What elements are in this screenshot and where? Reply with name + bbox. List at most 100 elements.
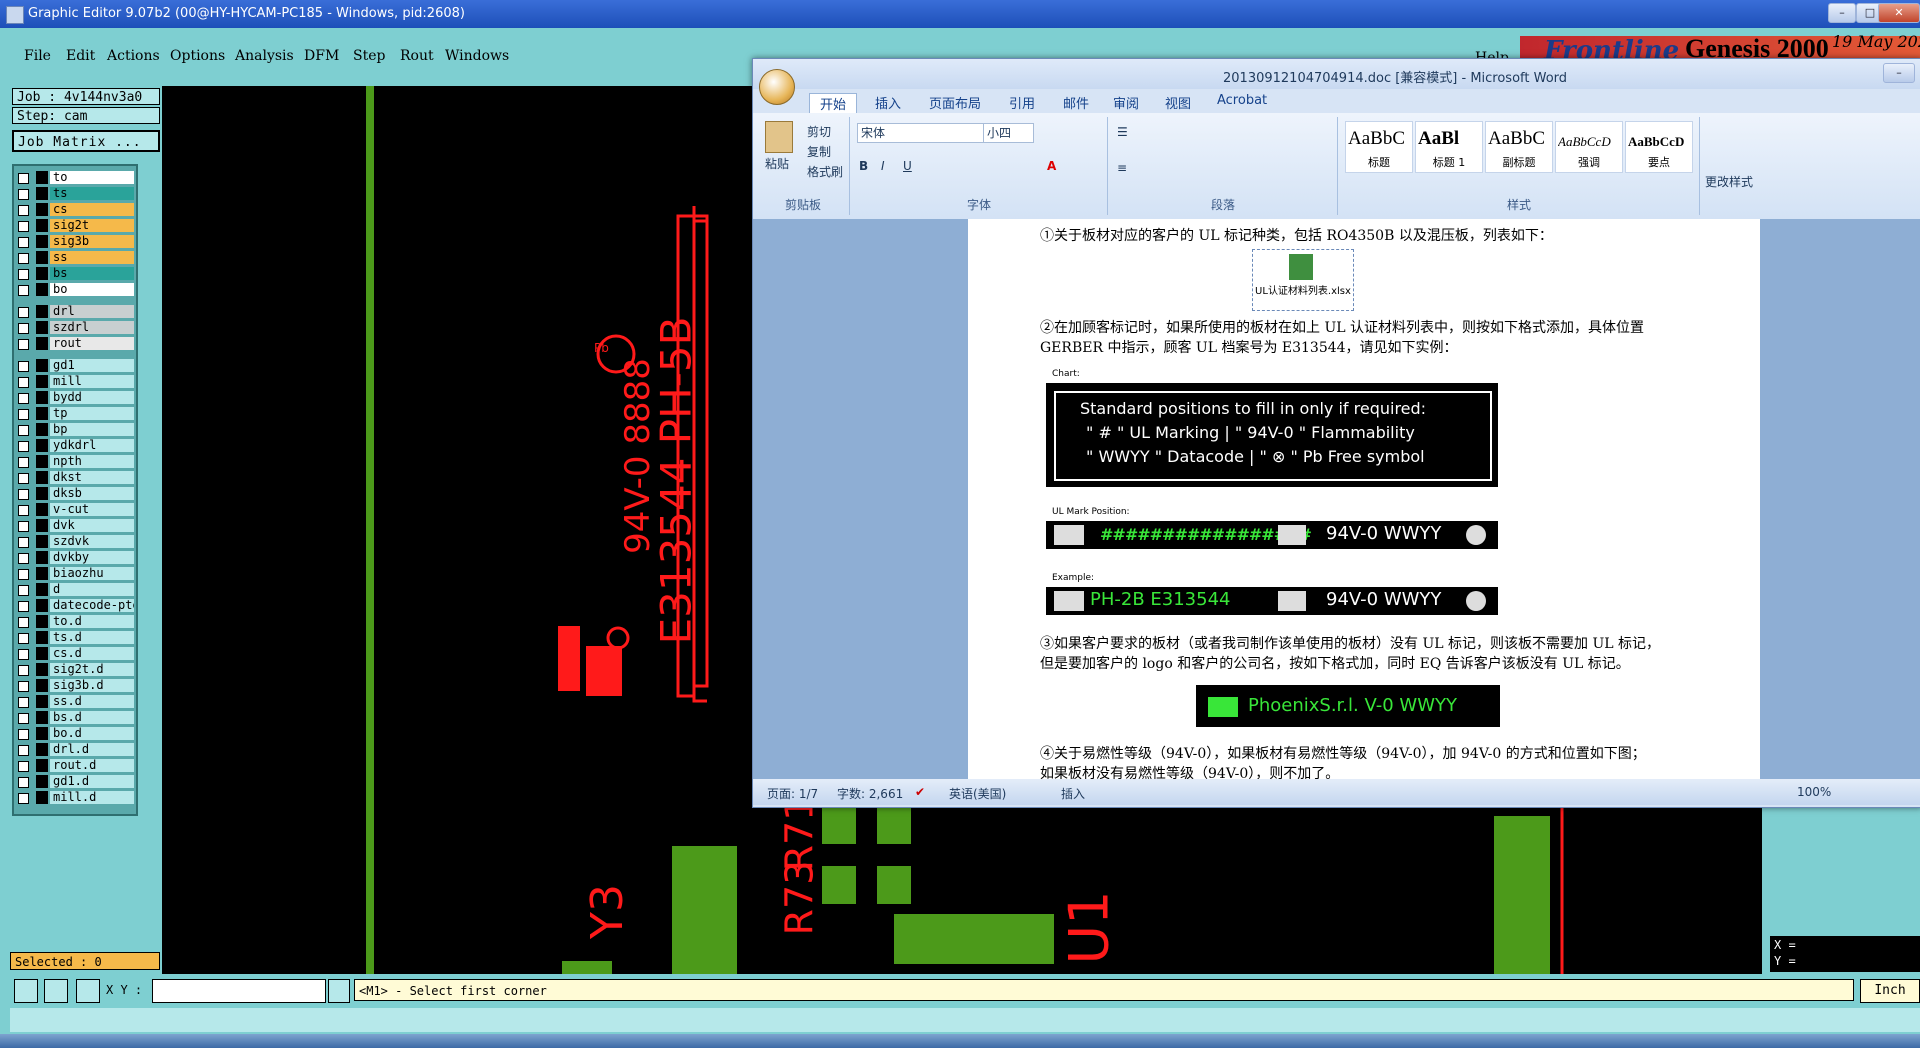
format-painter-button[interactable]: 格式刷 <box>807 163 843 180</box>
tab-insert[interactable]: 插入 <box>875 93 901 112</box>
layer-row[interactable]: szdrl <box>14 320 136 335</box>
layer-row[interactable]: ts.d <box>14 630 136 645</box>
layer-checkbox[interactable] <box>18 393 29 404</box>
layer-checkbox[interactable] <box>18 173 29 184</box>
menu-step[interactable]: Step <box>353 48 385 64</box>
language-indicator[interactable]: 英语(美国) <box>949 785 1006 802</box>
tab-page-layout[interactable]: 页面布局 <box>929 93 981 112</box>
layer-row[interactable]: to.d <box>14 614 136 629</box>
layer-row[interactable]: szdvk <box>14 534 136 549</box>
layer-row[interactable]: ss <box>14 250 136 265</box>
layer-checkbox[interactable] <box>18 285 29 296</box>
layer-checkbox[interactable] <box>18 681 29 692</box>
layer-checkbox[interactable] <box>18 409 29 420</box>
layer-checkbox[interactable] <box>18 505 29 516</box>
tab-review[interactable]: 审阅 <box>1113 93 1139 112</box>
layer-row[interactable]: cs.d <box>14 646 136 661</box>
proofing-icon[interactable]: ✔ <box>915 785 925 799</box>
text-cursor-icon[interactable] <box>328 979 350 1003</box>
menu-actions[interactable]: Actions <box>107 48 160 64</box>
layer-checkbox[interactable] <box>18 237 29 248</box>
embedded-excel-object[interactable]: UL认证材料列表.xlsx <box>1252 249 1354 311</box>
layer-row[interactable]: dksb <box>14 486 136 501</box>
layer-checkbox[interactable] <box>18 713 29 724</box>
layer-checkbox[interactable] <box>18 253 29 264</box>
style-heading-1[interactable]: AaBl 标题 1 <box>1415 121 1483 173</box>
layer-row[interactable]: cs <box>14 202 136 217</box>
layer-row[interactable]: gd1.d <box>14 774 136 789</box>
layer-checkbox[interactable] <box>18 537 29 548</box>
layer-row[interactable]: datecode-pte <box>14 598 136 613</box>
insert-mode[interactable]: 插入 <box>1061 785 1085 802</box>
layer-row[interactable]: dkst <box>14 470 136 485</box>
font-size-select[interactable]: 小四 <box>983 123 1034 143</box>
page-indicator[interactable]: 页面: 1/7 <box>767 785 818 802</box>
menu-analysis[interactable]: Analysis <box>235 48 294 64</box>
layer-checkbox[interactable] <box>18 665 29 676</box>
layer-checkbox[interactable] <box>18 617 29 628</box>
paste-button[interactable]: 粘贴 <box>765 155 789 172</box>
grid-tool-icon[interactable] <box>76 979 100 1003</box>
layer-row[interactable]: npth <box>14 454 136 469</box>
layer-row[interactable]: bs <box>14 266 136 281</box>
tab-references[interactable]: 引用 <box>1009 93 1035 112</box>
measure-tool-icon[interactable] <box>44 979 68 1003</box>
layer-checkbox[interactable] <box>18 269 29 280</box>
underline-button[interactable]: U <box>903 159 912 173</box>
zoom-tool-icon[interactable] <box>14 979 38 1003</box>
layer-row[interactable]: mill <box>14 374 136 389</box>
layer-row[interactable]: sig3b <box>14 234 136 249</box>
layer-row[interactable]: drl <box>14 304 136 319</box>
layer-checkbox[interactable] <box>18 221 29 232</box>
layer-row[interactable]: gd1 <box>14 358 136 373</box>
layer-checkbox[interactable] <box>18 189 29 200</box>
layer-row[interactable]: biaozhu <box>14 566 136 581</box>
layer-row[interactable]: sig2t <box>14 218 136 233</box>
layer-checkbox[interactable] <box>18 745 29 756</box>
word-count[interactable]: 字数: 2,661 <box>837 785 903 802</box>
menu-dfm[interactable]: DFM <box>304 48 339 64</box>
tab-home[interactable]: 开始 <box>809 93 858 113</box>
word-minimize-button[interactable]: – <box>1883 63 1915 83</box>
layer-checkbox[interactable] <box>18 697 29 708</box>
layer-checkbox[interactable] <box>18 361 29 372</box>
italic-button[interactable]: I <box>881 159 885 173</box>
layer-checkbox[interactable] <box>18 569 29 580</box>
layer-checkbox[interactable] <box>18 307 29 318</box>
layer-checkbox[interactable] <box>18 473 29 484</box>
cut-button[interactable]: 剪切 <box>807 123 831 140</box>
layer-checkbox[interactable] <box>18 601 29 612</box>
style-emphasis[interactable]: AaBbCcD 强调 <box>1555 121 1623 173</box>
layer-checkbox[interactable] <box>18 521 29 532</box>
tab-mailings[interactable]: 邮件 <box>1063 93 1089 112</box>
tab-acrobat[interactable]: Acrobat <box>1217 93 1267 108</box>
zoom-level[interactable]: 100% <box>1797 785 1831 799</box>
layer-checkbox[interactable] <box>18 761 29 772</box>
layer-checkbox[interactable] <box>18 585 29 596</box>
tab-view[interactable]: 视图 <box>1165 93 1191 112</box>
style-heading[interactable]: AaBbC 标题 <box>1345 121 1413 173</box>
minimize-button[interactable]: – <box>1828 3 1856 23</box>
style-strong[interactable]: AaBbCcD 要点 <box>1625 121 1693 173</box>
layer-checkbox[interactable] <box>18 425 29 436</box>
layer-row[interactable]: sig2t.d <box>14 662 136 677</box>
layer-checkbox[interactable] <box>18 323 29 334</box>
units-selector[interactable]: Inch <box>1860 979 1920 1003</box>
layer-checkbox[interactable] <box>18 777 29 788</box>
menu-file[interactable]: File <box>24 48 51 64</box>
layer-row[interactable]: ydkdrl <box>14 438 136 453</box>
layer-checkbox[interactable] <box>18 489 29 500</box>
change-styles-button[interactable]: 更改样式 <box>1705 173 1753 190</box>
layer-row[interactable]: mill.d <box>14 790 136 805</box>
close-button[interactable]: ✕ <box>1878 3 1920 23</box>
layer-row[interactable]: bs.d <box>14 710 136 725</box>
layer-row[interactable]: tp <box>14 406 136 421</box>
bullets-icon[interactable]: ☰ <box>1117 125 1128 139</box>
menu-options[interactable]: Options <box>170 48 225 64</box>
layer-row[interactable]: bydd <box>14 390 136 405</box>
font-name-select[interactable]: 宋体 <box>857 123 984 143</box>
layer-row[interactable]: rout.d <box>14 758 136 773</box>
bold-button[interactable]: B <box>859 159 868 173</box>
layer-checkbox[interactable] <box>18 441 29 452</box>
document-area[interactable]: ①关于板材对应的客户的 UL 标记种类，包括 RO4350B 以及混压板，列表如… <box>753 219 1920 779</box>
